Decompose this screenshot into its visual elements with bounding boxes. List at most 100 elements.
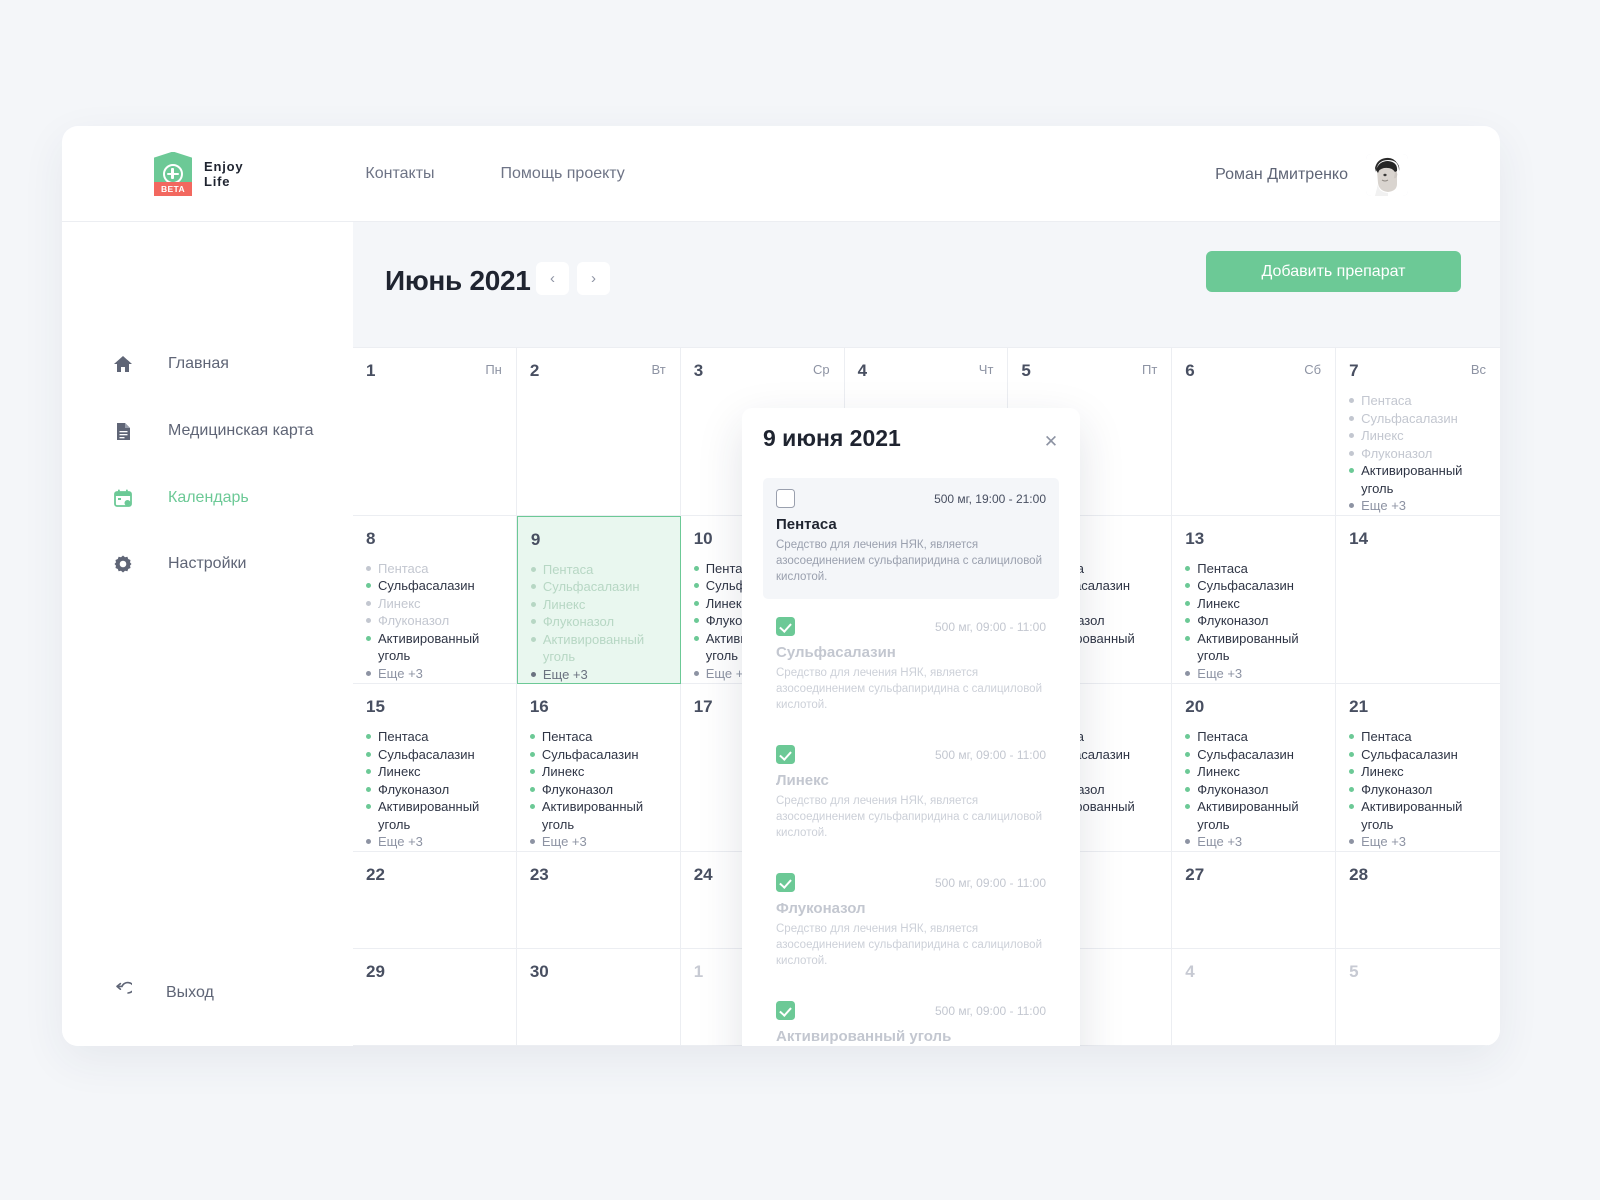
top-navigation: Контакты Помощь проекту [365, 165, 624, 183]
day-medication-name: Флуконазол [541, 781, 614, 797]
calendar-day-cell[interactable]: 2 Вт [516, 348, 681, 516]
calendar-day-cell[interactable]: 20 Пентаса Сульфасалазин Линекс Флуконазол Ак… [1172, 684, 1337, 852]
day-medication-item: Сульфасалазин [529, 746, 666, 764]
sidebar-label-calendar: Календарь [168, 489, 249, 506]
day-medication-item: Линекс [366, 595, 502, 613]
day-number: 28 [1349, 864, 1369, 884]
day-medication-item: Сульфасалазин [1185, 577, 1321, 595]
day-medication-item: Пентаса [366, 560, 502, 578]
calendar-day-cell[interactable]: 23 [516, 851, 681, 949]
calendar-day-cell[interactable]: 30 [516, 948, 681, 1046]
day-medication-list: Пентаса Сульфасалазин Линекс Флуконазол Акти… [530, 561, 666, 684]
calendar-day-cell[interactable]: 14 [1336, 516, 1500, 684]
medication-name: Сульфасалазин [776, 644, 896, 661]
top-bar: BETA Enjoy Life Контакты Помощь проекту … [62, 126, 1500, 222]
medication-checkbox[interactable] [776, 745, 795, 764]
day-medication-item: Пентаса [366, 728, 502, 746]
close-icon[interactable]: ✕ [1040, 430, 1062, 452]
medication-checkbox[interactable] [776, 1001, 795, 1020]
day-number: 5 [1021, 361, 1031, 380]
day-medication-name: Сульфасалазин [541, 746, 639, 762]
calendar-day-cell[interactable]: 7 Вс Пентаса Сульфасалазин Линекс Флуконазол А… [1336, 348, 1500, 516]
calendar-day-cell[interactable]: 22 [353, 851, 517, 949]
sidebar-label-settings: Настройки [168, 555, 247, 572]
sidebar-item-home[interactable]: Главная [112, 353, 229, 375]
day-medication-name: Пентаса [378, 560, 429, 576]
bullet-icon [529, 786, 535, 792]
brand-name: Enjoy Life [204, 159, 243, 189]
avatar[interactable] [1366, 154, 1408, 196]
sidebar-item-calendar[interactable]: Календарь [112, 487, 249, 509]
medication-item[interactable]: 500 мг, 09:00 - 11:00 Сульфасалазин Средст… [763, 606, 1059, 727]
day-medication-name: Флуконазол [1361, 445, 1433, 461]
calendar-day-cell[interactable]: 9 Пентаса Сульфасалазин Линекс Флуконазол Акт… [516, 515, 681, 684]
calendar-day-cell[interactable]: 1 Пн [353, 348, 517, 516]
next-month-button[interactable]: › [577, 262, 610, 295]
medication-list: 500 мг, 19:00 - 21:00 Пентаса Средство для… [763, 478, 1059, 1046]
bullet-icon [1185, 734, 1191, 739]
day-medication-list: Пентаса Сульфасалазин Линекс Флуконазол Акти… [366, 560, 502, 683]
prev-month-button[interactable]: ‹ [536, 262, 569, 295]
day-medication-name: Пентаса [541, 729, 593, 744]
day-number: 1 [366, 361, 376, 380]
bullet-icon [1349, 804, 1355, 809]
bullet-icon [1185, 565, 1191, 571]
bullet-icon [366, 600, 371, 606]
medication-item[interactable]: 500 мг, 19:00 - 21:00 Пентаса Средство для… [763, 478, 1059, 599]
topnav-contacts[interactable]: Контакты [365, 165, 434, 183]
sidebar-item-medical-card[interactable]: Медицинская карта [112, 420, 313, 442]
bullet-icon [1349, 751, 1355, 757]
bullet-icon [1185, 600, 1191, 606]
calendar-day-cell[interactable]: 6 Сб [1172, 348, 1337, 516]
user-menu[interactable]: Роман Дмитренко [1215, 154, 1408, 196]
medication-checkbox[interactable] [776, 873, 795, 892]
add-medication-button[interactable]: Добавить препарат [1206, 251, 1461, 292]
medication-item[interactable]: 500 мг, 09:00 - 11:00 Флуконазол Средство … [763, 862, 1059, 983]
calendar-day-cell[interactable]: 15 Пентаса Сульфасалазин Линекс Флуконазол Ак… [353, 684, 517, 852]
medication-checkbox[interactable] [776, 489, 795, 508]
day-medication-name: Активированный уголь [541, 799, 644, 832]
day-of-week-label: Ср [812, 362, 830, 377]
day-number: 13 [1185, 528, 1205, 548]
day-medication-item: Флуконазол [366, 781, 502, 799]
sidebar-item-logout[interactable]: Выход [112, 980, 214, 1005]
day-of-week-label: Пн [485, 362, 502, 377]
day-of-week-label: Вт [651, 362, 666, 377]
day-of-week-label: Чт [978, 362, 994, 377]
calendar-day-cell[interactable]: 29 [353, 948, 517, 1046]
day-number: 8 [366, 528, 376, 548]
day-medication-item: Линекс [1349, 763, 1486, 781]
day-number: 20 [1185, 697, 1205, 716]
day-medication-name: Еще +3 [378, 665, 423, 681]
day-medication-item: Еще +3 [1349, 497, 1486, 515]
bullet-icon [1349, 450, 1355, 456]
calendar-day-cell[interactable]: 21 Пентаса Сульфасалазин Линекс Флуконазол Ак… [1336, 684, 1500, 852]
day-medication-name: Линекс [1361, 428, 1404, 443]
brand-logo[interactable]: BETA Enjoy Life [154, 151, 243, 196]
day-medication-name: Еще +3 [378, 834, 423, 849]
day-medication-name: Сульфасалазин [1361, 746, 1458, 762]
bullet-icon [693, 583, 699, 588]
day-medication-name: Активированный уголь [378, 799, 480, 832]
calendar-day-cell[interactable]: 5 [1336, 949, 1500, 1046]
day-medication-name: Линекс [378, 595, 421, 611]
calendar-day-cell[interactable]: 16 Пентаса Сульфасалазин Линекс Флуконазол Ак… [516, 684, 681, 852]
bullet-icon [529, 751, 535, 757]
day-medication-name: Линекс [378, 764, 421, 779]
day-medication-item: Флуконазол [529, 781, 666, 799]
medication-checkbox[interactable] [776, 617, 795, 636]
day-medication-name: Еще +3 [1197, 834, 1243, 849]
calendar-day-cell[interactable]: 8 Пентаса Сульфасалазин Линекс Флуконазол Акт… [353, 515, 517, 684]
day-medication-name: Еще +3 [1361, 498, 1407, 513]
medication-item[interactable]: 500 мг, 09:00 - 11:00 Активированный угол… [763, 990, 1059, 1046]
day-medication-list: Пентаса Сульфасалазин Линекс Флуконазол Акти… [1349, 728, 1486, 851]
day-number: 9 [530, 529, 541, 549]
sidebar-item-settings[interactable]: Настройки [112, 553, 246, 575]
calendar-day-cell[interactable]: 28 [1336, 852, 1500, 949]
calendar-day-cell[interactable]: 13 Пентаса Сульфасалазин Линекс Флуконазол Ак… [1172, 515, 1337, 684]
calendar-day-cell[interactable]: 27 [1172, 851, 1337, 949]
topnav-support[interactable]: Помощь проекту [501, 165, 625, 183]
calendar-day-cell[interactable]: 4 [1172, 948, 1337, 1046]
medication-item[interactable]: 500 мг, 09:00 - 11:00 Линекс Средство для … [763, 734, 1059, 855]
day-medication-item: Активированный уголь [1185, 630, 1321, 665]
